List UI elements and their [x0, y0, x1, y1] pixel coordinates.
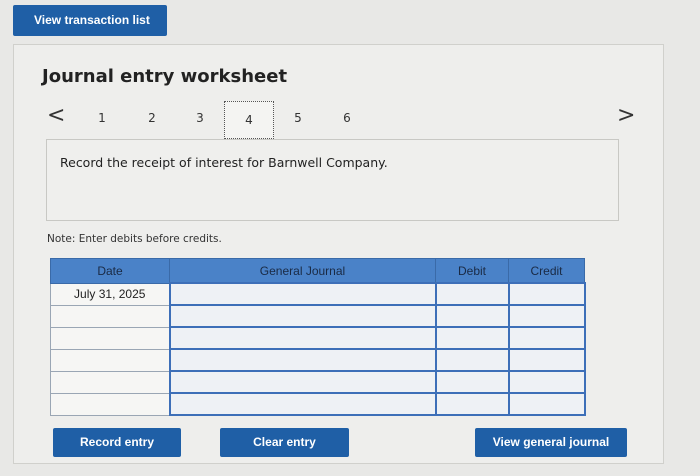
- date-cell: [50, 304, 170, 328]
- debit-input[interactable]: [434, 282, 510, 306]
- clear-entry-button[interactable]: Clear entry: [220, 428, 349, 457]
- prompt-box: [46, 139, 619, 221]
- date-cell: [50, 392, 170, 416]
- credit-input[interactable]: [507, 392, 586, 416]
- step-3[interactable]: 3: [193, 111, 207, 125]
- step-4-current[interactable]: 4: [224, 101, 274, 139]
- account-input[interactable]: [168, 282, 437, 306]
- prompt-text: Record the receipt of interest for Barnw…: [60, 155, 388, 170]
- debit-input[interactable]: [434, 304, 510, 328]
- record-entry-button[interactable]: Record entry: [53, 428, 181, 457]
- debit-input[interactable]: [434, 348, 510, 372]
- general-journal-header: General Journal: [169, 258, 436, 284]
- step-1[interactable]: 1: [95, 111, 109, 125]
- date-cell: [50, 348, 170, 372]
- account-input[interactable]: [168, 304, 437, 328]
- table-row: [50, 348, 586, 372]
- credit-input[interactable]: [507, 304, 586, 328]
- date-cell: [50, 326, 170, 350]
- account-input[interactable]: [168, 370, 437, 394]
- debit-input[interactable]: [434, 392, 510, 416]
- date-cell: July 31, 2025: [50, 282, 170, 306]
- debit-input[interactable]: [434, 326, 510, 350]
- table-row: [50, 304, 586, 328]
- table-row: [50, 370, 586, 394]
- table-header-row: Date General Journal Debit Credit: [50, 258, 585, 284]
- step-5[interactable]: 5: [291, 111, 305, 125]
- credit-input[interactable]: [507, 282, 586, 306]
- step-6[interactable]: 6: [340, 111, 354, 125]
- prev-arrow-icon[interactable]: <: [47, 104, 65, 128]
- credit-input[interactable]: [507, 370, 586, 394]
- note-text: Note: Enter debits before credits.: [47, 233, 222, 245]
- debit-input[interactable]: [434, 370, 510, 394]
- credit-input[interactable]: [507, 348, 586, 372]
- debit-header: Debit: [435, 258, 509, 284]
- account-input[interactable]: [168, 348, 437, 372]
- account-input[interactable]: [168, 392, 437, 416]
- credit-input[interactable]: [507, 326, 586, 350]
- next-arrow-icon[interactable]: >: [617, 104, 635, 128]
- account-input[interactable]: [168, 326, 437, 350]
- table-row: [50, 326, 586, 350]
- step-2[interactable]: 2: [145, 111, 159, 125]
- credit-header: Credit: [508, 258, 585, 284]
- date-cell: [50, 370, 170, 394]
- journal-table: Date General Journal Debit Credit July 3…: [50, 258, 586, 416]
- view-transaction-list-button[interactable]: View transaction list: [13, 5, 167, 36]
- view-general-journal-button[interactable]: View general journal: [475, 428, 627, 457]
- table-row: July 31, 2025: [50, 282, 586, 306]
- worksheet-title: Journal entry worksheet: [42, 66, 288, 87]
- date-header: Date: [50, 258, 170, 284]
- table-row: [50, 392, 586, 416]
